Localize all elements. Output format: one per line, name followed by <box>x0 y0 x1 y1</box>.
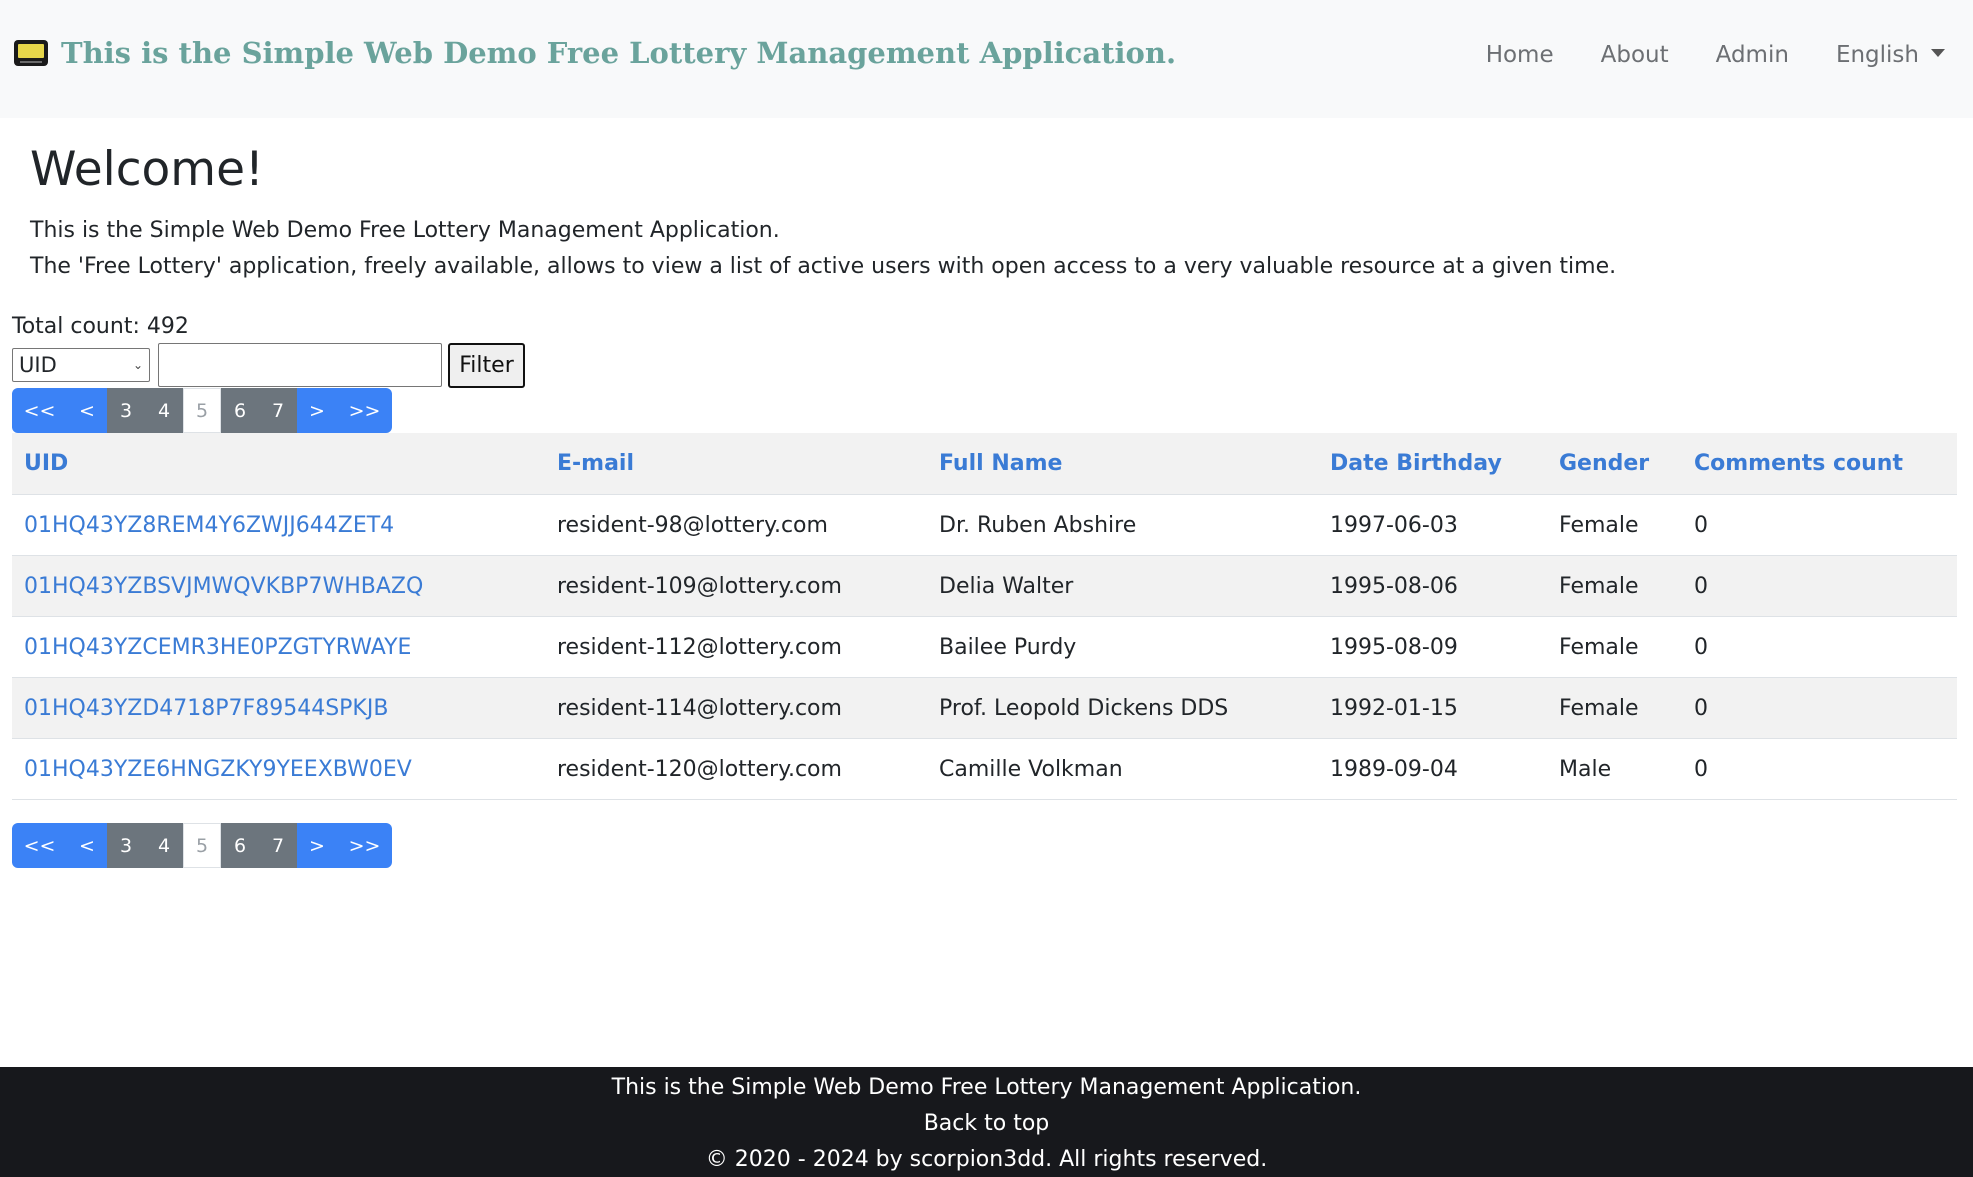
nav-link-admin[interactable]: Admin <box>1716 42 1789 68</box>
column-header-date-birthday[interactable]: Date Birthday <box>1318 433 1547 495</box>
copyright-text: © 2020 - 2024 by scorpion3dd. All rights… <box>705 1147 1268 1172</box>
uid-cell: 01HQ43YZD4718P7F89544SPKJB <box>12 677 545 739</box>
page-next-button[interactable]: > <box>297 823 337 868</box>
filter-field-select[interactable]: UID ⌄ <box>12 348 150 382</box>
users-table-container: UID E-mail Full Name Date Birthday Gende… <box>12 433 1957 800</box>
language-dropdown[interactable]: English <box>1836 42 1945 68</box>
page-button[interactable]: 4 <box>145 823 183 868</box>
page-prev-button[interactable]: < <box>67 823 107 868</box>
filter-field-value: UID <box>19 353 57 377</box>
brand[interactable]: This is the Simple Web Demo Free Lottery… <box>14 36 1176 70</box>
page-button[interactable]: 6 <box>221 388 259 433</box>
table-row: 01HQ43YZCEMR3HE0PZGTYRWAYE resident-112@… <box>12 616 1957 678</box>
email-cell: resident-98@lottery.com <box>545 494 927 556</box>
footer: This is the Simple Web Demo Free Lottery… <box>0 1067 1973 1177</box>
comments-count-cell: 0 <box>1682 494 1957 556</box>
birthday-cell: 1992-01-15 <box>1318 677 1547 739</box>
footer-text: This is the Simple Web Demo Free Lottery… <box>611 1075 1362 1100</box>
back-to-top-link[interactable]: Back to top <box>0 1111 1973 1136</box>
gender-cell: Female <box>1547 494 1682 556</box>
gender-cell: Female <box>1547 677 1682 739</box>
full-name-cell: Camille Volkman <box>927 738 1318 800</box>
full-name-cell: Dr. Ruben Abshire <box>927 494 1318 556</box>
uid-link[interactable]: 01HQ43YZBSVJMWQVKBP7WHBAZQ <box>24 574 423 599</box>
pagination-top: << < 3 4 5 6 7 > >> <box>12 388 392 433</box>
total-count: Total count: 492 <box>12 314 189 339</box>
uid-link[interactable]: 01HQ43YZ8REM4Y6ZWJJ644ZET4 <box>24 513 394 538</box>
column-header-gender[interactable]: Gender <box>1547 433 1682 495</box>
birthday-cell: 1995-08-09 <box>1318 616 1547 678</box>
page-button[interactable]: 3 <box>107 388 145 433</box>
nav-links: Home About Admin English <box>1439 42 1945 68</box>
full-name-cell: Prof. Leopold Dickens DDS <box>927 677 1318 739</box>
page-last-button[interactable]: >> <box>337 823 392 868</box>
gender-cell: Male <box>1547 738 1682 800</box>
column-header-comments-count[interactable]: Comments count <box>1682 433 1957 495</box>
page-button[interactable]: 3 <box>107 823 145 868</box>
users-table: UID E-mail Full Name Date Birthday Gende… <box>12 433 1957 800</box>
table-row: 01HQ43YZD4718P7F89544SPKJB resident-114@… <box>12 677 1957 739</box>
table-row: 01HQ43YZBSVJMWQVKBP7WHBAZQ resident-109@… <box>12 555 1957 617</box>
page-current: 5 <box>183 823 221 868</box>
page-first-button[interactable]: << <box>12 388 67 433</box>
chevron-down-icon: ⌄ <box>132 358 143 372</box>
uid-link[interactable]: 01HQ43YZCEMR3HE0PZGTYRWAYE <box>24 635 411 660</box>
comments-count-cell: 0 <box>1682 616 1957 678</box>
gender-cell: Female <box>1547 555 1682 617</box>
comments-count-cell: 0 <box>1682 555 1957 617</box>
page-title: Welcome! <box>30 142 264 197</box>
uid-cell: 01HQ43YZBSVJMWQVKBP7WHBAZQ <box>12 555 545 617</box>
email-cell: resident-112@lottery.com <box>545 616 927 678</box>
uid-link[interactable]: 01HQ43YZE6HNGZKY9YEEXBW0EV <box>24 757 412 782</box>
column-header-full-name[interactable]: Full Name <box>927 433 1318 495</box>
email-cell: resident-109@lottery.com <box>545 555 927 617</box>
page-first-button[interactable]: << <box>12 823 67 868</box>
filter-button[interactable]: Filter <box>448 343 525 388</box>
uid-cell: 01HQ43YZCEMR3HE0PZGTYRWAYE <box>12 616 545 678</box>
page-button[interactable]: 7 <box>259 823 297 868</box>
full-name-cell: Bailee Purdy <box>927 616 1318 678</box>
table-header-row: UID E-mail Full Name Date Birthday Gende… <box>12 433 1957 495</box>
nav-link-home[interactable]: Home <box>1486 42 1554 68</box>
lottery-terminal-icon <box>14 40 48 66</box>
table-row: 01HQ43YZ8REM4Y6ZWJJ644ZET4 resident-98@l… <box>12 494 1957 556</box>
column-header-uid[interactable]: UID <box>12 433 545 495</box>
page-button[interactable]: 7 <box>259 388 297 433</box>
uid-link[interactable]: 01HQ43YZD4718P7F89544SPKJB <box>24 696 388 721</box>
full-name-cell: Delia Walter <box>927 555 1318 617</box>
page-button[interactable]: 6 <box>221 823 259 868</box>
caret-down-icon <box>1931 48 1945 57</box>
uid-cell: 01HQ43YZE6HNGZKY9YEEXBW0EV <box>12 738 545 800</box>
comments-count-cell: 0 <box>1682 738 1957 800</box>
brand-title[interactable]: This is the Simple Web Demo Free Lottery… <box>61 36 1176 70</box>
email-cell: resident-120@lottery.com <box>545 738 927 800</box>
navbar: This is the Simple Web Demo Free Lottery… <box>0 0 1973 118</box>
page-current: 5 <box>183 388 221 433</box>
uid-cell: 01HQ43YZ8REM4Y6ZWJJ644ZET4 <box>12 494 545 556</box>
intro-description: The 'Free Lottery' application, freely a… <box>30 254 1617 279</box>
birthday-cell: 1995-08-06 <box>1318 555 1547 617</box>
intro-text: This is the Simple Web Demo Free Lottery… <box>30 218 780 243</box>
birthday-cell: 1989-09-04 <box>1318 738 1547 800</box>
gender-cell: Female <box>1547 616 1682 678</box>
pagination-bottom: << < 3 4 5 6 7 > >> <box>12 823 392 868</box>
page-button[interactable]: 4 <box>145 388 183 433</box>
table-row: 01HQ43YZE6HNGZKY9YEEXBW0EV resident-120@… <box>12 738 1957 800</box>
page-next-button[interactable]: > <box>297 388 337 433</box>
birthday-cell: 1997-06-03 <box>1318 494 1547 556</box>
nav-link-about[interactable]: About <box>1601 42 1669 68</box>
filter-input[interactable] <box>158 343 442 387</box>
page-last-button[interactable]: >> <box>337 388 392 433</box>
language-label: English <box>1835 42 1919 68</box>
comments-count-cell: 0 <box>1682 677 1957 739</box>
page-prev-button[interactable]: < <box>67 388 107 433</box>
column-header-email[interactable]: E-mail <box>545 433 927 495</box>
email-cell: resident-114@lottery.com <box>545 677 927 739</box>
